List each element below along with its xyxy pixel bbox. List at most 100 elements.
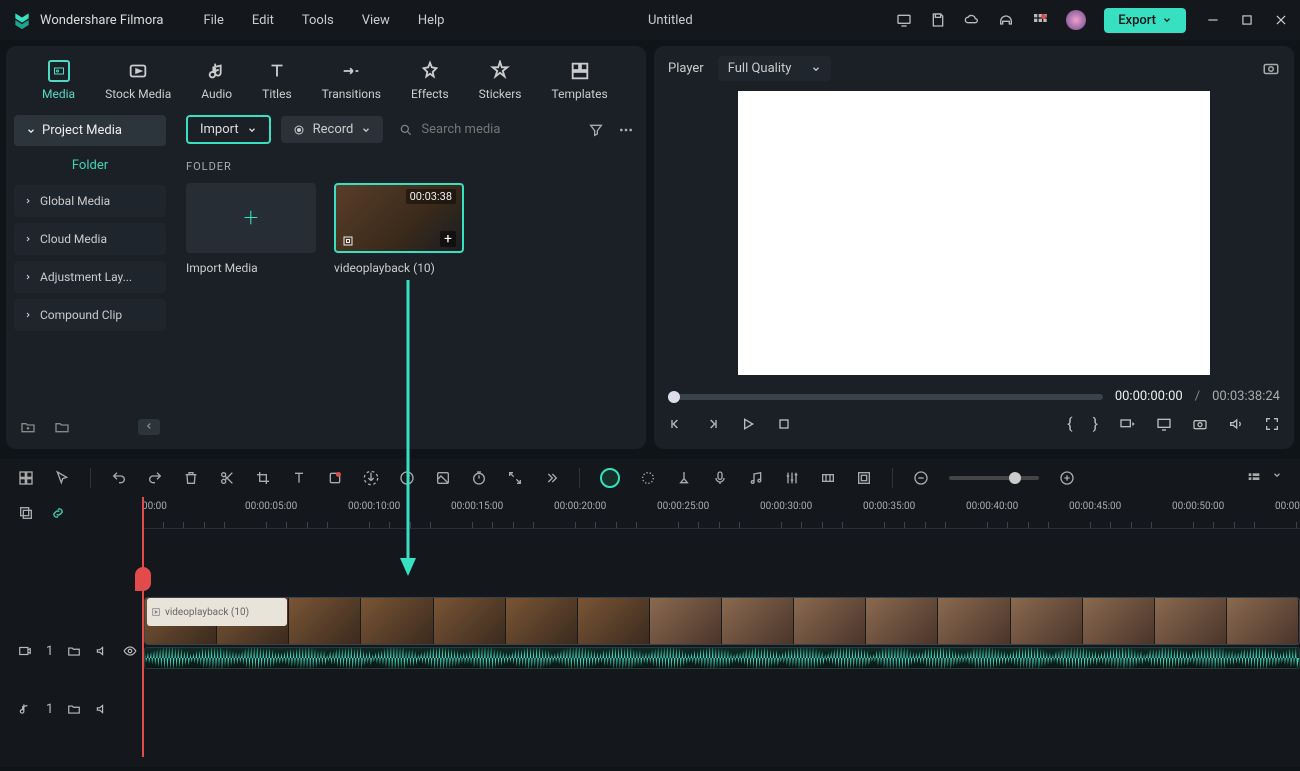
save-icon[interactable] — [930, 12, 946, 28]
tab-transitions[interactable]: Transitions — [316, 56, 387, 105]
zoom-slider[interactable] — [949, 476, 1039, 480]
timeline-ruler[interactable]: 00:0000:00:05:0000:00:10:0000:00:15:0000… — [142, 497, 1300, 529]
close-icon[interactable] — [1274, 13, 1288, 27]
zoom-slider-knob[interactable] — [1009, 472, 1021, 484]
export-button[interactable]: Export — [1104, 8, 1186, 33]
sidebar-item-compound-clip[interactable]: Compound Clip — [14, 299, 166, 331]
video-track-header[interactable]: 1 — [0, 631, 142, 671]
keyframe-icon-wrap[interactable] — [327, 470, 343, 486]
cloud-icon[interactable] — [964, 12, 980, 28]
tab-media[interactable]: Media — [36, 56, 81, 105]
avatar[interactable] — [1066, 10, 1086, 30]
frame-icon[interactable] — [856, 470, 872, 486]
mark-in-icon[interactable]: { — [1067, 414, 1072, 433]
delete-icon[interactable] — [183, 470, 199, 486]
tab-templates[interactable]: Templates — [546, 56, 614, 105]
prev-frame-icon[interactable] — [668, 416, 684, 432]
playhead-grip[interactable] — [135, 567, 151, 591]
menu-help[interactable]: Help — [418, 13, 445, 28]
marker-icon[interactable] — [676, 470, 692, 486]
menu-file[interactable]: File — [203, 13, 223, 28]
redo-icon[interactable] — [147, 470, 163, 486]
sidebar-item-global-media[interactable]: Global Media — [14, 185, 166, 217]
tab-titles[interactable]: Titles — [256, 56, 297, 105]
tab-effects[interactable]: Effects — [405, 56, 455, 105]
preview-area[interactable] — [738, 91, 1210, 375]
crop-icon[interactable] — [255, 470, 271, 486]
search-input[interactable] — [421, 122, 561, 137]
video-clip[interactable]: videoplayback (10) — [144, 597, 1300, 645]
zoom-out-icon[interactable] — [913, 470, 929, 486]
collapse-sidebar-button[interactable] — [138, 419, 160, 435]
add-to-timeline-button[interactable]: + — [440, 231, 456, 247]
project-media-header[interactable]: Project Media — [14, 115, 166, 146]
next-frame-icon[interactable] — [704, 416, 720, 432]
chevron-down-icon[interactable] — [1272, 470, 1282, 480]
cut-icon[interactable] — [219, 470, 235, 486]
snapshot-icon[interactable] — [1262, 60, 1280, 78]
mute-icon[interactable] — [95, 644, 109, 658]
sidebar-item-adjustment-layer[interactable]: Adjustment Lay... — [14, 261, 166, 293]
quality-select[interactable]: Full Quality — [718, 56, 832, 81]
music-icon[interactable] — [748, 470, 764, 486]
link-icon[interactable] — [50, 505, 66, 521]
zoom-in-icon[interactable] — [1059, 470, 1075, 486]
audio-track-header[interactable]: 1 — [0, 689, 142, 729]
play-icon[interactable] — [740, 416, 756, 432]
folder-tab[interactable]: Folder — [14, 146, 166, 185]
scrub-knob[interactable] — [668, 391, 680, 403]
fullscreen-icon[interactable] — [1264, 416, 1280, 432]
duplicate-icon[interactable] — [18, 505, 34, 521]
menu-tools[interactable]: Tools — [302, 13, 334, 28]
text-icon[interactable] — [291, 470, 307, 486]
volume-icon[interactable] — [1228, 416, 1244, 432]
tab-audio[interactable]: Audio — [195, 56, 238, 105]
color-icon[interactable] — [435, 470, 451, 486]
minimize-icon[interactable] — [1206, 13, 1220, 27]
timer-icon[interactable] — [471, 470, 487, 486]
tab-stock-media[interactable]: Stock Media — [99, 56, 177, 105]
new-folder-icon[interactable] — [20, 419, 36, 435]
ratio-icon[interactable] — [1118, 416, 1136, 432]
expand-icon[interactable] — [507, 470, 523, 486]
apps-icon-wrap[interactable] — [1032, 12, 1048, 28]
monitor-icon[interactable] — [1156, 416, 1172, 432]
tab-stickers[interactable]: Stickers — [473, 56, 528, 105]
list-view-icon[interactable] — [1246, 470, 1262, 486]
display-icon[interactable] — [896, 12, 912, 28]
more-icon[interactable] — [618, 122, 634, 138]
cursor-icon[interactable] — [54, 470, 70, 486]
timeline-canvas[interactable]: 00:0000:00:05:0000:00:10:0000:00:15:0000… — [142, 497, 1300, 767]
folder-icon[interactable] — [67, 644, 81, 658]
mute-icon[interactable] — [95, 702, 109, 716]
scrub-bar[interactable] — [668, 394, 1103, 400]
maximize-icon[interactable] — [1240, 13, 1254, 27]
media-clip-tile[interactable]: 00:03:38 + videoplayback (10) — [334, 183, 464, 275]
stop-icon[interactable] — [776, 416, 792, 432]
sidebar-item-cloud-media[interactable]: Cloud Media — [14, 223, 166, 255]
folder-icon[interactable] — [67, 702, 81, 716]
menu-view[interactable]: View — [362, 13, 390, 28]
headphones-icon[interactable] — [998, 12, 1014, 28]
eye-icon[interactable] — [123, 644, 137, 658]
tab-stock-label: Stock Media — [105, 87, 171, 101]
speed-down-icon[interactable] — [363, 470, 379, 486]
mic-icon[interactable] — [712, 470, 728, 486]
record-button[interactable]: Record — [281, 116, 384, 143]
more-tools-icon[interactable] — [543, 470, 559, 486]
menu-edit[interactable]: Edit — [252, 13, 274, 28]
grid-icon[interactable] — [18, 470, 34, 486]
mark-out-icon[interactable]: } — [1093, 414, 1098, 433]
adjust-icon[interactable] — [820, 470, 836, 486]
sun-icon[interactable] — [640, 470, 656, 486]
render-indicator-icon[interactable] — [600, 468, 620, 488]
camera-icon[interactable] — [1192, 416, 1208, 432]
filter-icon[interactable] — [588, 122, 604, 138]
import-button[interactable]: Import — [186, 115, 271, 144]
audio-waveform-clip[interactable] — [144, 647, 1300, 669]
mixer-icon[interactable] — [784, 470, 800, 486]
speed-icon[interactable] — [399, 470, 415, 486]
undo-icon[interactable] — [111, 470, 127, 486]
import-media-tile[interactable]: + Import Media — [186, 183, 316, 275]
new-bin-icon[interactable] — [54, 419, 70, 435]
